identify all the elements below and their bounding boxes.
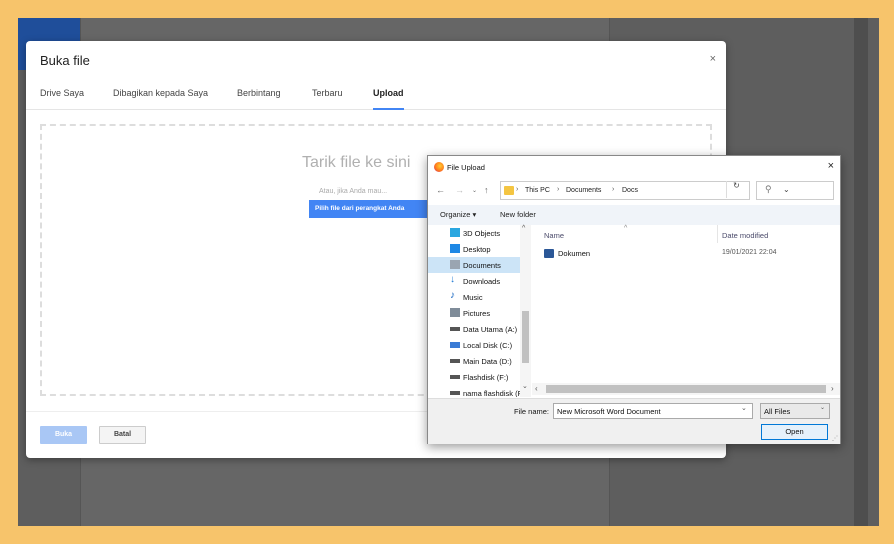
file-name-dropdown-icon[interactable]: ⌄ xyxy=(741,404,747,412)
resize-grip-icon[interactable]: ⋰ xyxy=(832,435,838,442)
hscroll-thumb[interactable] xyxy=(546,385,826,393)
dialog-navbar: ← → ⌄ ↑ › This PC › Documents › Docs ⌄ ↻… xyxy=(428,180,840,202)
column-name[interactable]: Name xyxy=(544,231,564,240)
tab-drive-saya[interactable]: Drive Saya xyxy=(40,88,84,110)
nav-item-data-utama[interactable]: Data Utama (A:) xyxy=(428,321,520,337)
nav-scroll-thumb[interactable] xyxy=(522,311,529,363)
download-icon: ↓ xyxy=(450,274,455,285)
drive-icon xyxy=(450,359,460,363)
up-arrow-icon[interactable]: ↑ xyxy=(484,185,489,195)
back-arrow-icon[interactable]: ← xyxy=(436,185,445,195)
pictures-icon xyxy=(450,308,460,317)
file-name-input[interactable]: New Microsoft Word Document xyxy=(553,403,753,419)
folder-icon xyxy=(504,186,514,195)
nav-item-music[interactable]: ♪ Music xyxy=(428,289,520,305)
nav-item-3d-objects[interactable]: 3D Objects xyxy=(428,225,520,241)
firefox-icon xyxy=(434,162,444,172)
windows-drive-icon xyxy=(450,342,460,348)
scroll-left-icon[interactable]: ‹ xyxy=(535,384,538,393)
file-list-hscrollbar[interactable]: ‹ › xyxy=(532,383,840,395)
scroll-up-icon[interactable]: ^ xyxy=(522,225,525,232)
breadcrumb-docs[interactable]: Docs xyxy=(622,187,638,194)
new-folder-button[interactable]: New folder xyxy=(500,210,536,219)
file-row[interactable]: Dokumen 19/01/2021 22:04 xyxy=(544,247,836,261)
tab-terbaru[interactable]: Terbaru xyxy=(312,88,343,110)
refresh-icon[interactable]: ↻ xyxy=(726,181,746,198)
background-scrollbar xyxy=(854,18,868,526)
select-file-button[interactable]: Pilih file dari perangkat Anda xyxy=(309,200,429,218)
drive-icon xyxy=(450,327,460,331)
tab-dibagikan[interactable]: Dibagikan kepada Saya xyxy=(113,88,208,110)
dialog-bottom-bar: File name: New Microsoft Word Document ⌄… xyxy=(428,398,840,444)
cancel-button[interactable]: Batal xyxy=(99,426,146,444)
nav-item-downloads[interactable]: ↓ Downloads xyxy=(428,273,520,289)
nav-item-nama-flashdisk[interactable]: nama flashdisk (F:) xyxy=(428,385,527,397)
nav-item-documents[interactable]: Documents xyxy=(428,257,520,273)
nav-item-local-disk[interactable]: Local Disk (C:) xyxy=(428,337,520,353)
tab-upload[interactable]: Upload xyxy=(373,88,404,110)
dialog-title: File Upload xyxy=(447,163,485,172)
recent-locations-icon[interactable]: ⌄ xyxy=(472,187,477,194)
open-button[interactable]: Buka xyxy=(40,426,87,444)
dialog-toolbar: Organize ▾ New folder xyxy=(428,205,840,225)
tab-berbintang[interactable]: Berbintang xyxy=(237,88,281,110)
organize-menu[interactable]: Organize ▾ xyxy=(440,210,476,219)
file-name-label: File name: xyxy=(514,407,550,416)
nav-item-desktop[interactable]: Desktop xyxy=(428,241,520,257)
search-icon: ⚲ xyxy=(765,184,772,194)
cube-icon xyxy=(450,228,460,237)
dropzone-subtitle: Atau, jika Anda mau... xyxy=(319,188,388,195)
forward-arrow-icon[interactable]: → xyxy=(455,185,464,195)
file-list: ^ Name Date modified Dokumen 19/01/2021 … xyxy=(532,225,840,383)
picker-title: Buka file xyxy=(40,53,90,68)
dialog-open-button[interactable]: Open xyxy=(761,424,828,440)
dialog-titlebar[interactable]: File Upload × xyxy=(428,156,840,178)
word-doc-icon xyxy=(544,249,554,258)
breadcrumb-documents[interactable]: Documents xyxy=(566,187,601,194)
column-date-modified[interactable]: Date modified xyxy=(722,231,768,240)
nav-item-flashdisk[interactable]: Flashdisk (F:) xyxy=(428,369,520,385)
file-date: 19/01/2021 22:04 xyxy=(722,249,777,256)
desktop-icon xyxy=(450,244,460,253)
scroll-right-icon[interactable]: › xyxy=(831,384,834,393)
breadcrumb-this-pc[interactable]: This PC xyxy=(525,187,550,194)
address-bar[interactable]: › This PC › Documents › Docs ⌄ xyxy=(500,181,790,200)
music-icon: ♪ xyxy=(450,290,455,301)
column-divider[interactable] xyxy=(717,225,718,243)
nav-item-main-data[interactable]: Main Data (D:) xyxy=(428,353,520,369)
file-type-dropdown-icon[interactable]: ⌄ xyxy=(820,404,825,411)
picker-tabs: Drive Saya Dibagikan kepada Saya Berbint… xyxy=(26,85,726,110)
nav-item-pictures[interactable]: Pictures xyxy=(428,305,520,321)
drive-icon xyxy=(450,391,460,395)
navigation-pane: 3D Objects Desktop Documents ↓ Downloads… xyxy=(428,225,532,397)
dialog-close-icon[interactable]: × xyxy=(828,160,834,172)
file-upload-dialog: File Upload × ← → ⌄ ↑ › This PC › Docume… xyxy=(427,155,841,444)
document-icon xyxy=(450,260,460,269)
scroll-down-icon[interactable]: ⌄ xyxy=(522,382,528,390)
file-name: Dokumen xyxy=(558,249,591,258)
dropzone-title: Tarik file ke sini xyxy=(302,154,411,171)
drive-icon xyxy=(450,375,460,379)
sort-indicator-icon: ^ xyxy=(624,225,628,232)
search-input[interactable]: ⚲ xyxy=(756,181,834,200)
picker-close-icon[interactable]: × xyxy=(710,53,716,65)
nav-pane-scrollbar[interactable]: ^ ⌄ xyxy=(520,225,531,397)
